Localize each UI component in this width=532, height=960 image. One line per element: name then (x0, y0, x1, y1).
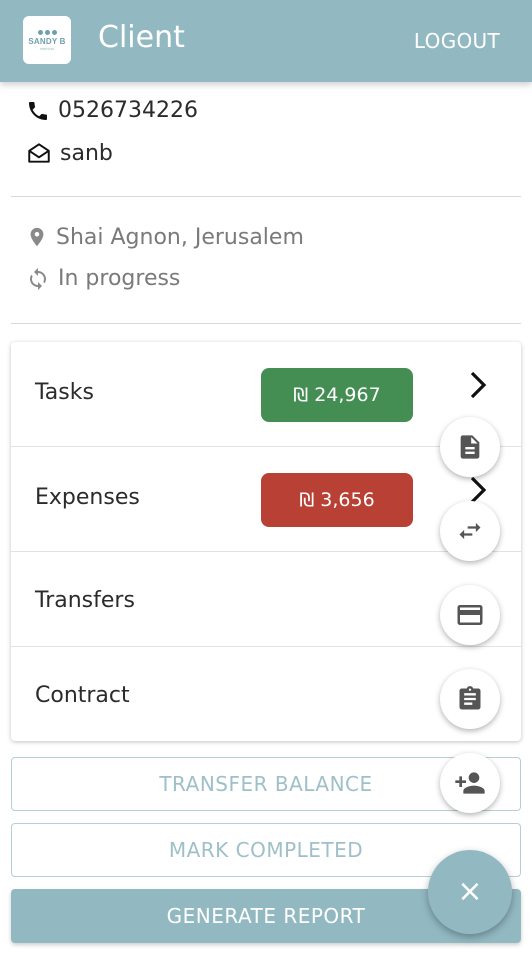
fab-clipboard-button[interactable] (440, 669, 500, 729)
logout-button[interactable]: LOGOUT (414, 29, 500, 53)
divider (11, 323, 521, 324)
add-person-icon (455, 772, 485, 794)
tasks-amount-badge: ₪ 24,967 (261, 368, 413, 422)
logo-subtext: interiors (39, 45, 55, 51)
divider (11, 196, 521, 197)
address-text: Shai Agnon, Jerusalem (56, 224, 304, 250)
phone-icon (29, 101, 47, 120)
fab-add-person-button[interactable] (440, 753, 500, 813)
expenses-label: Expenses (35, 485, 140, 510)
status-row: In progress (26, 266, 180, 291)
brand-logo: SANDY B interiors (23, 16, 71, 64)
email-value: sanb (60, 140, 113, 166)
sync-icon (30, 267, 46, 290)
clipboard-icon (459, 686, 481, 710)
expenses-amount-badge: ₪ 3,656 (261, 473, 413, 527)
contract-label: Contract (35, 683, 130, 708)
fab-close-button[interactable]: × (428, 850, 512, 934)
fab-credit-card-button[interactable] (440, 585, 500, 645)
document-icon (460, 435, 480, 459)
chevron-right-icon (470, 371, 487, 399)
address-row: Shai Agnon, Jerusalem (26, 224, 304, 250)
phone-row[interactable]: 0526734226 (26, 98, 198, 123)
envelope-open-icon (28, 143, 50, 163)
credit-card-icon (457, 605, 483, 625)
tasks-label: Tasks (35, 380, 94, 405)
swap-icon (459, 522, 481, 540)
map-marker-icon (30, 227, 44, 247)
close-icon: × (457, 874, 483, 909)
logo-dots-icon (37, 29, 57, 35)
transfers-label: Transfers (35, 588, 135, 613)
fab-swap-button[interactable] (440, 501, 500, 561)
page-title: Client (98, 20, 185, 55)
logo-text: SANDY B (28, 36, 66, 46)
email-row[interactable]: sanb (26, 140, 113, 166)
fab-document-button[interactable] (440, 417, 500, 477)
status-text: In progress (58, 266, 181, 291)
app-bar: SANDY B interiors Client LOGOUT (0, 0, 532, 82)
phone-number: 0526734226 (58, 98, 198, 123)
